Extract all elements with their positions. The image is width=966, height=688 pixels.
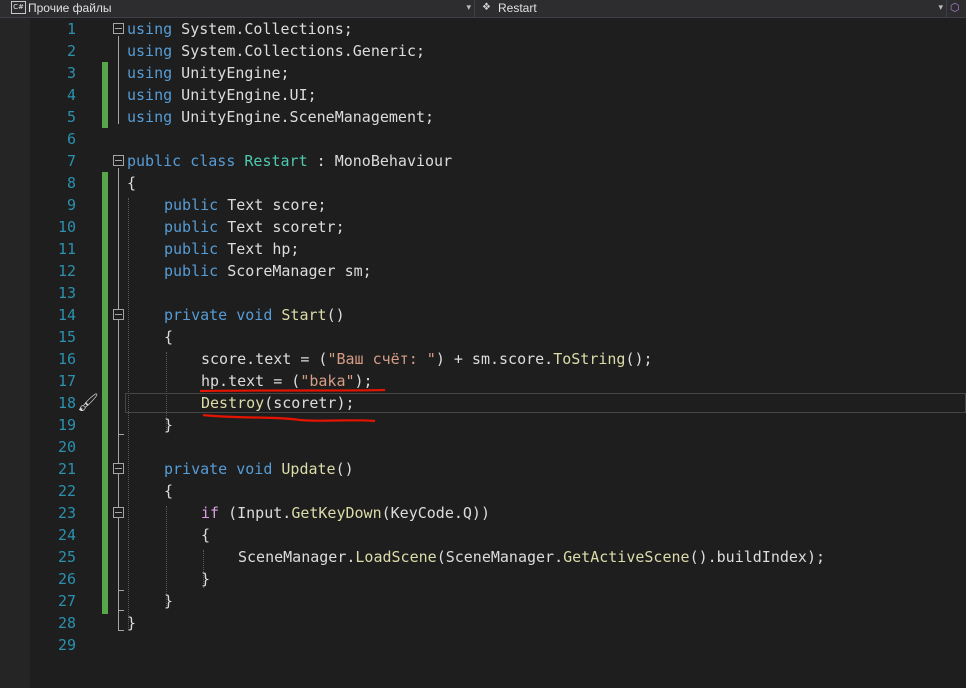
underline-line-18 [202,413,376,423]
csharp-file-icon: C# [11,1,26,14]
member-icon[interactable]: ⬡ [950,1,960,14]
chevron-down-icon[interactable]: ▾ [466,2,471,13]
class-icon: ❖ [482,2,491,13]
project-dropdown[interactable]: C# Прочие файлы ▾ [0,0,475,17]
chevron-down-icon[interactable]: ▾ [938,2,943,13]
annotation-underlines [199,388,386,423]
underline-line-17 [199,388,386,393]
class-label: Restart [498,1,537,15]
class-dropdown[interactable]: ❖ Restart ▾ [476,0,947,17]
project-label: Прочие файлы [28,1,112,15]
navigation-bar: C# Прочие файлы ▾ ❖ Restart ▾ ⬡ [0,0,966,18]
code-editor[interactable]: 🖌 1 using System.Collections; 2 using Syste… [0,18,966,688]
